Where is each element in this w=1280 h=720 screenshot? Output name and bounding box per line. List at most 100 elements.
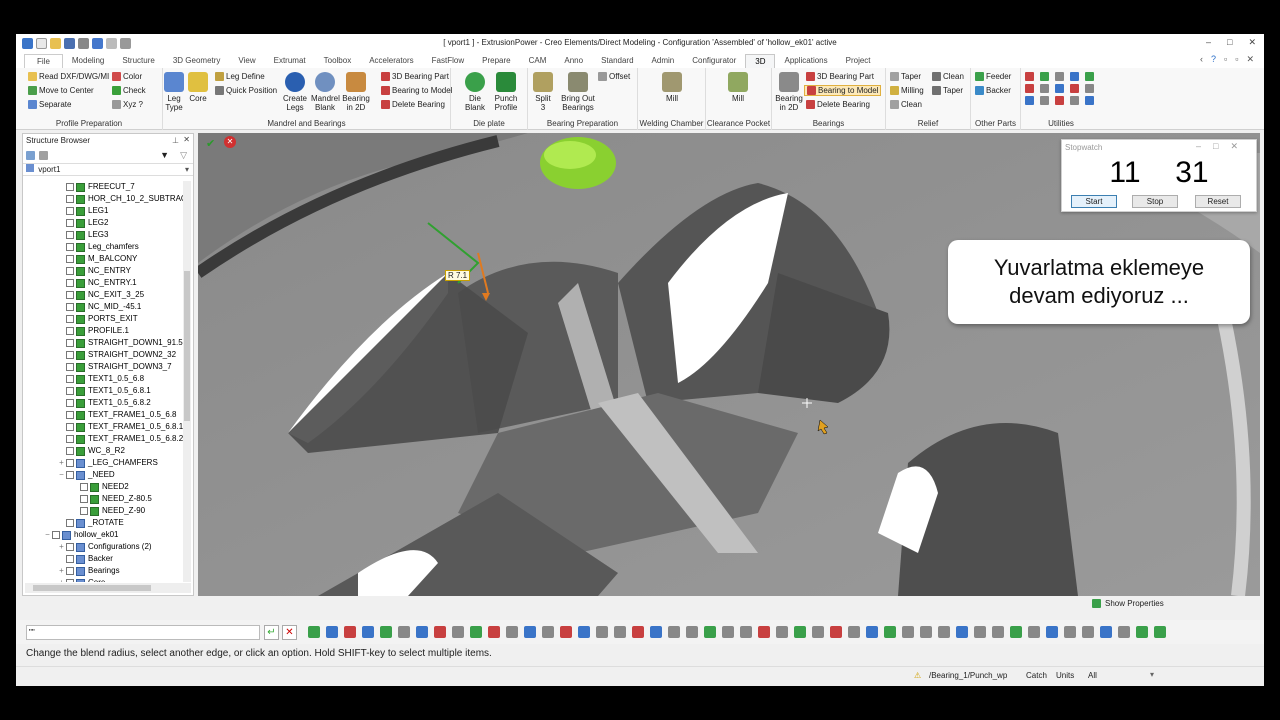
tool-icon[interactable] xyxy=(542,626,554,638)
utility-icon[interactable] xyxy=(1070,84,1079,93)
tool-icon[interactable] xyxy=(992,626,1004,638)
tree-row[interactable]: − _NEED xyxy=(23,469,183,481)
tool-icon[interactable] xyxy=(848,626,860,638)
cancel-button[interactable]: ✕ xyxy=(282,625,297,640)
visibility-checkbox[interactable] xyxy=(66,303,74,311)
tree-root[interactable]: vport1 ▾ xyxy=(23,164,193,176)
visibility-checkbox[interactable] xyxy=(66,339,74,347)
expand-toggle-icon[interactable]: + xyxy=(57,457,66,469)
help-icon[interactable]: ? xyxy=(1211,54,1216,65)
tool-icon[interactable] xyxy=(830,626,842,638)
utility-icon[interactable] xyxy=(1040,96,1049,105)
visibility-checkbox[interactable] xyxy=(66,255,74,263)
read-dxf-button[interactable]: Read DXF/DWG/MI xyxy=(28,72,109,81)
tool-icon[interactable] xyxy=(1100,626,1112,638)
tool-icon[interactable] xyxy=(668,626,680,638)
tool-icon[interactable] xyxy=(506,626,518,638)
bring-out-bearings-button[interactable]: Bring Out Bearings xyxy=(558,72,598,112)
tool-icon[interactable] xyxy=(722,626,734,638)
tree-row[interactable]: PROFILE.1 xyxy=(23,325,183,337)
tree-row[interactable]: NC_ENTRY.1 xyxy=(23,277,183,289)
visibility-checkbox[interactable] xyxy=(66,195,74,203)
filter-icon[interactable]: ▽ xyxy=(180,150,187,161)
tool-icon[interactable] xyxy=(866,626,878,638)
tool-icon[interactable] xyxy=(1118,626,1130,638)
move-to-center-button[interactable]: Move to Center xyxy=(28,86,94,95)
visibility-checkbox[interactable] xyxy=(66,399,74,407)
tree-row[interactable]: WC_8_R2 xyxy=(23,445,183,457)
color-button[interactable]: Color xyxy=(112,72,142,81)
tool-icon[interactable] xyxy=(974,626,986,638)
create-legs-button[interactable]: Create Legs xyxy=(281,72,309,112)
milling-button[interactable]: Milling xyxy=(890,86,924,95)
tree-row[interactable]: NEED2 xyxy=(23,481,183,493)
tree-icon[interactable] xyxy=(26,151,35,160)
tree-row[interactable]: NEED_Z-90 xyxy=(23,505,183,517)
tool-icon[interactable] xyxy=(380,626,392,638)
taper-button[interactable]: Taper xyxy=(890,72,921,81)
visibility-checkbox[interactable] xyxy=(66,567,74,575)
tool-icon[interactable] xyxy=(362,626,374,638)
tab-fastflow[interactable]: FastFlow xyxy=(423,54,473,68)
selection-filter[interactable]: All xyxy=(1088,671,1097,680)
tab-3d[interactable]: 3D xyxy=(745,54,776,68)
bearing-in-2d-button[interactable]: Bearing in 2D xyxy=(341,72,371,112)
catch-button[interactable]: Catch xyxy=(1026,671,1047,680)
separate-button[interactable]: Separate xyxy=(28,100,71,109)
tree-row[interactable]: TEXT_FRAME1_0.5_6.8.2 xyxy=(23,433,183,445)
tab-standard[interactable]: Standard xyxy=(592,54,642,68)
tool-icon[interactable] xyxy=(704,626,716,638)
tool-icon[interactable] xyxy=(488,626,500,638)
tool-icon[interactable] xyxy=(614,626,626,638)
confirm-button[interactable]: ↵ xyxy=(264,625,279,640)
visibility-checkbox[interactable] xyxy=(66,519,74,527)
visibility-checkbox[interactable] xyxy=(66,363,74,371)
visibility-checkbox[interactable] xyxy=(66,435,74,443)
tree-row[interactable]: FREECUT_7 xyxy=(23,181,183,193)
utility-icon[interactable] xyxy=(1040,84,1049,93)
tool-icon[interactable] xyxy=(1064,626,1076,638)
visibility-checkbox[interactable] xyxy=(66,267,74,275)
tool-icon[interactable] xyxy=(434,626,446,638)
tree-row[interactable]: TEXT1_0.5_6.8.1 xyxy=(23,385,183,397)
tool-icon[interactable] xyxy=(938,626,950,638)
visibility-checkbox[interactable] xyxy=(66,447,74,455)
tree-row[interactable]: Backer xyxy=(23,553,183,565)
tool-icon[interactable] xyxy=(470,626,482,638)
restore-icon[interactable]: ▫ xyxy=(1235,54,1238,65)
tool-icon[interactable] xyxy=(344,626,356,638)
visibility-checkbox[interactable] xyxy=(66,375,74,383)
utility-icon[interactable] xyxy=(1055,84,1064,93)
tree-row[interactable]: _ROTATE xyxy=(23,517,183,529)
expand-toggle-icon[interactable]: + xyxy=(57,565,66,577)
tree-row[interactable]: Leg_chamfers xyxy=(23,241,183,253)
tool-icon[interactable] xyxy=(632,626,644,638)
tab-extrumat[interactable]: Extrumat xyxy=(265,54,315,68)
offset-button[interactable]: Offset xyxy=(598,72,630,81)
scrollbar-thumb[interactable] xyxy=(184,271,190,421)
tool-icon[interactable] xyxy=(902,626,914,638)
visibility-checkbox[interactable] xyxy=(66,327,74,335)
welding-mill-button[interactable]: Mill xyxy=(660,72,684,103)
tool-icon[interactable] xyxy=(416,626,428,638)
visibility-checkbox[interactable] xyxy=(52,531,60,539)
tab-project[interactable]: Project xyxy=(837,54,880,68)
utility-icon[interactable] xyxy=(1025,96,1034,105)
tool-icon[interactable] xyxy=(920,626,932,638)
tool-icon[interactable] xyxy=(1082,626,1094,638)
tree-row[interactable]: TEXT_FRAME1_0.5_6.8.1 xyxy=(23,421,183,433)
check-button[interactable]: Check xyxy=(112,86,146,95)
stopwatch-reset-button[interactable]: Reset xyxy=(1195,195,1241,208)
tree-horizontal-scrollbar[interactable] xyxy=(25,583,191,593)
tool-icon[interactable] xyxy=(1154,626,1166,638)
expand-toggle-icon[interactable]: + xyxy=(57,577,66,582)
command-input[interactable] xyxy=(26,625,260,640)
visibility-checkbox[interactable] xyxy=(66,471,74,479)
split-button[interactable]: Split 3 xyxy=(532,72,554,112)
visibility-checkbox[interactable] xyxy=(80,507,88,515)
utility-icon[interactable] xyxy=(1040,72,1049,81)
filter-tree-icon[interactable] xyxy=(39,151,48,160)
tool-icon[interactable] xyxy=(308,626,320,638)
tool-icon[interactable] xyxy=(578,626,590,638)
tool-icon[interactable] xyxy=(740,626,752,638)
